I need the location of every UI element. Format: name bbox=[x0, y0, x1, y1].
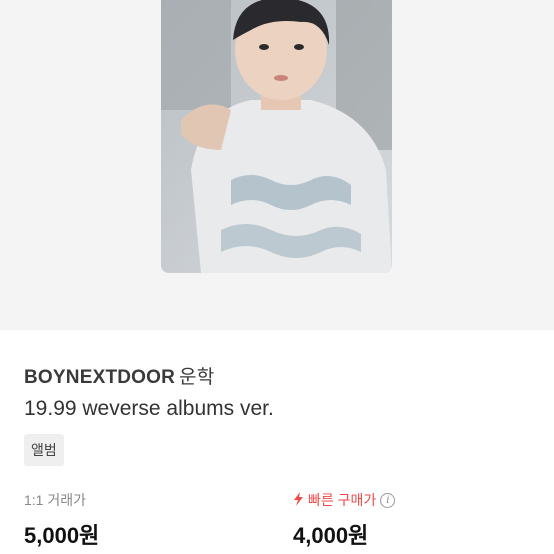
photocard-image[interactable] bbox=[161, 0, 392, 273]
normal-price-label: 1:1 거래가 bbox=[24, 492, 86, 508]
product-image-area bbox=[0, 0, 554, 330]
photocard-illustration bbox=[161, 0, 392, 273]
album-name: 19.99 weverse albums ver. bbox=[24, 397, 274, 420]
category-tag[interactable]: 앨범 bbox=[24, 434, 64, 466]
info-icon[interactable]: i bbox=[380, 492, 396, 508]
member-name: 운학 bbox=[179, 367, 215, 388]
fast-price-label-row: 빠른 구매가 i bbox=[293, 490, 396, 510]
artist-name: BOYNEXTDOOR bbox=[24, 367, 176, 388]
normal-price-block: 1:1 거래가 5,000원 bbox=[24, 490, 99, 550]
normal-price-value: 5,000원 bbox=[24, 523, 100, 548]
lightning-icon bbox=[293, 491, 304, 509]
product-title: BOYNEXTDOOR 운학 bbox=[24, 362, 214, 389]
fast-price-block[interactable]: 빠른 구매가 i 4,000원 bbox=[293, 490, 396, 550]
fast-price-value: 4,000원 bbox=[293, 523, 369, 548]
fast-price-label: 빠른 구매가 bbox=[308, 492, 377, 508]
